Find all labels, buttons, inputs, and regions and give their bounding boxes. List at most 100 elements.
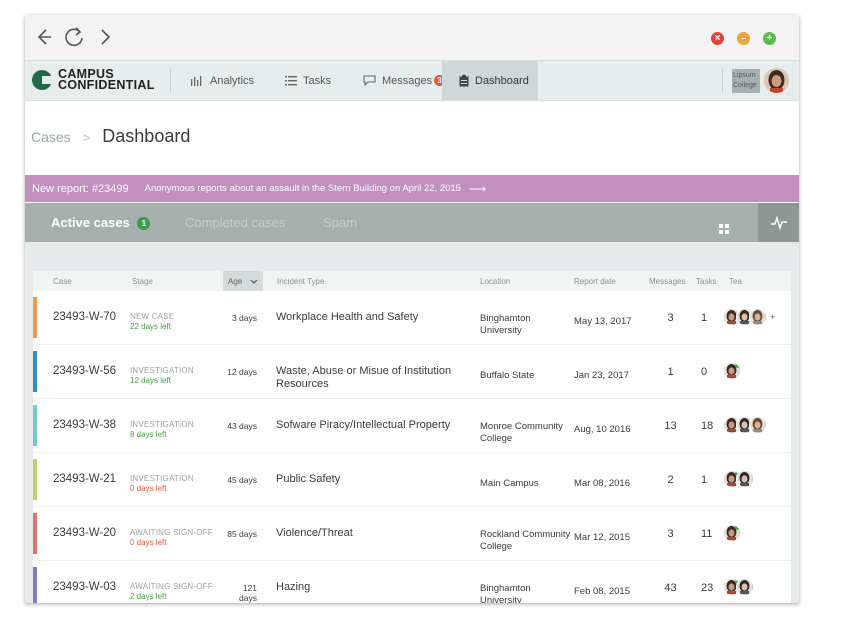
- bar-chart-icon: [190, 75, 204, 86]
- message-count: 1: [667, 366, 674, 378]
- tab-active-cases[interactable]: Active cases 1: [51, 215, 151, 231]
- case-color-stripe: [33, 513, 37, 554]
- breadcrumb: Cases > Dashboard: [31, 126, 190, 147]
- message-icon: [363, 75, 376, 86]
- new-report-banner[interactable]: New report: #23499 Anonymous reports abo…: [25, 175, 799, 202]
- table-row[interactable]: 23493-W-20 AWAITING SIGN-OFF 0 days left 85…: [33, 507, 791, 561]
- active-cases-badge: 1: [137, 217, 151, 231]
- case-location: Buffalo State: [480, 370, 535, 381]
- table-row[interactable]: 23493-W-56 INVESTIGATION 12 days left 12 da…: [33, 345, 791, 399]
- team-avatars[interactable]: [723, 578, 754, 596]
- tab-spam[interactable]: Spam: [323, 215, 357, 230]
- add-team-member-button[interactable]: +: [770, 312, 775, 322]
- case-age: 45 days: [227, 475, 257, 485]
- team-avatars[interactable]: [723, 470, 754, 488]
- report-date: Mar 12, 2015: [574, 532, 630, 543]
- team-member-avatar[interactable]: [736, 578, 754, 596]
- team-member-avatar[interactable]: [723, 524, 741, 542]
- case-color-stripe: [33, 297, 37, 338]
- forward-arrow-icon[interactable]: [93, 26, 115, 48]
- report-date: Feb 08, 2015: [574, 586, 630, 597]
- header-team[interactable]: Tea: [729, 277, 742, 286]
- case-location: Binghamton University: [480, 583, 531, 603]
- header-report-date[interactable]: Report date: [574, 277, 616, 286]
- case-id[interactable]: 23493-W-70: [53, 311, 116, 323]
- team-avatars[interactable]: [723, 416, 767, 434]
- team-avatars[interactable]: [723, 524, 741, 542]
- days-left: 2 days left: [130, 592, 167, 601]
- header-location[interactable]: Location: [480, 277, 510, 286]
- nav-messages-label: Messages: [382, 74, 433, 87]
- header-age-sorted[interactable]: Age: [223, 271, 263, 291]
- list-icon: [285, 75, 297, 86]
- header-messages[interactable]: Messages: [649, 277, 685, 286]
- table-row[interactable]: 23493-W-03 AWAITING SIGN-OFF 2 days left 12…: [33, 561, 791, 603]
- case-id[interactable]: 23493-W-38: [53, 419, 116, 431]
- team-member-avatar[interactable]: [723, 362, 741, 380]
- table-row[interactable]: 23493-W-21 INVESTIGATION 0 days left 45 day…: [33, 453, 791, 507]
- table-row[interactable]: 23493-W-70 NEW CASE 22 days left 3 days Work…: [33, 291, 791, 345]
- case-stage: INVESTIGATION 8 days left: [130, 420, 194, 439]
- team-member-avatar[interactable]: [749, 416, 767, 434]
- reload-icon[interactable]: [63, 26, 85, 48]
- app-logo[interactable]: CAMPUS CONFIDENTIAL: [32, 68, 155, 91]
- maximize-window-button[interactable]: +: [763, 32, 776, 45]
- case-color-stripe: [33, 351, 37, 392]
- breadcrumb-cases-link[interactable]: Cases: [31, 129, 71, 145]
- task-count: 23: [701, 582, 714, 594]
- header-case[interactable]: Case: [53, 277, 72, 286]
- case-id[interactable]: 23493-W-20: [53, 527, 116, 539]
- incident-type: Waste, Abuse or Misue of Institution Res…: [276, 365, 452, 390]
- nav-analytics[interactable]: Analytics: [188, 61, 256, 100]
- college-logo: Lipsum College: [732, 69, 760, 93]
- minimize-window-button[interactable]: –: [737, 32, 750, 45]
- case-id[interactable]: 23493-W-03: [53, 581, 116, 593]
- stage-label: AWAITING SIGN-OFF: [130, 582, 213, 591]
- team-avatars[interactable]: +: [723, 308, 775, 326]
- activity-pulse-button[interactable]: [758, 203, 799, 242]
- case-tabs: Active cases 1 Completed cases Spam: [25, 203, 799, 242]
- page-title: Dashboard: [102, 126, 191, 146]
- nav-divider: [170, 69, 171, 93]
- header-incident[interactable]: Incident Type: [277, 277, 324, 286]
- user-avatar[interactable]: [764, 68, 789, 93]
- header-stage[interactable]: Stage: [132, 277, 153, 286]
- tab-active-cases-label: Active cases: [51, 215, 130, 230]
- team-member-avatar[interactable]: [749, 308, 767, 326]
- table-row[interactable]: 23493-W-38 INVESTIGATION 8 days left 43 day…: [33, 399, 791, 453]
- message-count: 13: [664, 420, 677, 432]
- back-arrow-icon[interactable]: [33, 26, 55, 48]
- case-color-stripe: [33, 567, 37, 603]
- header-age-label: Age: [228, 277, 243, 286]
- team-member-avatar[interactable]: [736, 470, 754, 488]
- report-date: Mar 08, 2016: [574, 478, 630, 489]
- nav-dashboard-label: Dashboard: [475, 74, 529, 87]
- message-count: 3: [667, 312, 674, 324]
- new-report-message: Anonymous reports about an assault in th…: [144, 183, 461, 194]
- nav-tasks[interactable]: Tasks: [283, 61, 333, 100]
- team-avatars[interactable]: [723, 362, 741, 380]
- online-status-dot: [735, 363, 740, 368]
- grid-view-icon[interactable]: [719, 224, 729, 234]
- case-location: Monroe Community College: [480, 421, 563, 444]
- case-location: Binghamton University: [480, 313, 531, 336]
- header-tasks[interactable]: Tasks: [696, 277, 716, 286]
- tab-completed-cases[interactable]: Completed cases: [185, 215, 285, 230]
- case-age: 85 days: [227, 529, 257, 539]
- incident-type: Hazing: [276, 581, 311, 593]
- message-count: 43: [664, 582, 677, 594]
- stage-label: NEW CASE: [130, 312, 175, 321]
- cases-table: Case Stage Age Incident Type Location Re…: [33, 271, 791, 603]
- nav-dashboard[interactable]: Dashboard: [442, 61, 538, 100]
- case-stage: AWAITING SIGN-OFF 0 days left: [130, 528, 213, 547]
- case-stage: NEW CASE 22 days left: [130, 312, 174, 331]
- case-id[interactable]: 23493-W-21: [53, 473, 116, 485]
- app-navbar: CAMPUS CONFIDENTIAL Analytics Tasks Mess…: [25, 60, 799, 101]
- table-header: Case Stage Age Incident Type Location Re…: [33, 271, 791, 291]
- case-stage: INVESTIGATION 0 days left: [130, 474, 194, 493]
- case-id[interactable]: 23493-W-56: [53, 365, 116, 377]
- case-stage: AWAITING SIGN-OFF 2 days left: [130, 582, 213, 601]
- nav-messages[interactable]: Messages 3: [361, 61, 447, 100]
- browser-window: × – + CAMPUS CONFIDENTIAL Analytics Task…: [25, 15, 799, 603]
- close-window-button[interactable]: ×: [711, 32, 724, 45]
